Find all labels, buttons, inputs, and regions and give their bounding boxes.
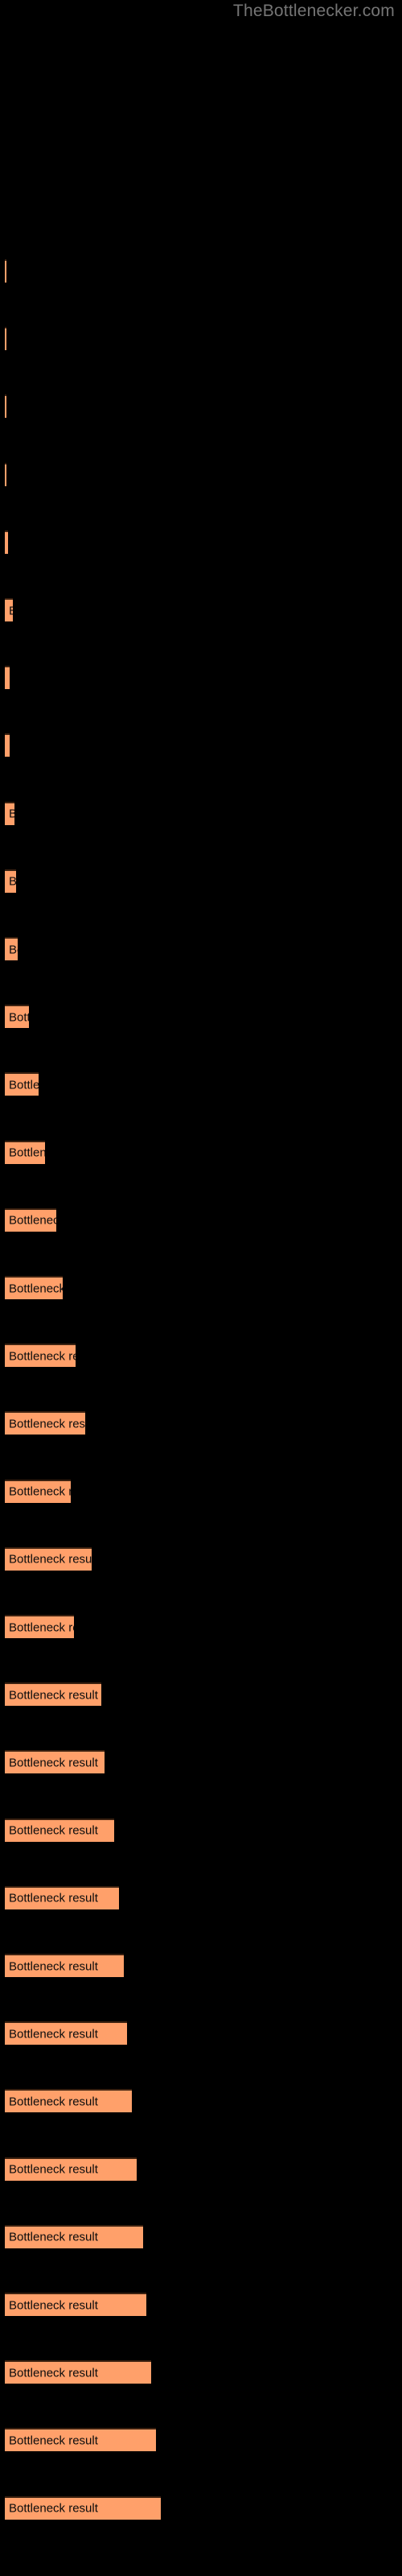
bar-row: Bottleneck result (0, 327, 402, 352)
bar-segment[interactable]: Bottleneck result (5, 1208, 56, 1232)
bar-label: Bottleneck result (9, 1959, 98, 1973)
bar-row: Bottleneck result (0, 530, 402, 555)
bottleneck-bar-chart: Bottleneck result Bottleneck result Bottle… (0, 0, 402, 2576)
bar-row: Bottleneck result (0, 1208, 402, 1233)
bar-row: Bottleneck result (0, 801, 402, 827)
bar-segment[interactable]: Bottleneck result (5, 1479, 71, 1503)
bar-segment[interactable]: Bottleneck result (5, 1818, 114, 1842)
bar-segment[interactable]: Bottleneck result (5, 1615, 74, 1638)
bar-segment[interactable]: Bottleneck result (5, 733, 10, 758)
bar-label: Bottleneck result (9, 1688, 98, 1703)
bar-label: Bottleneck result (9, 1146, 45, 1160)
bar-label: Bottleneck result (9, 2027, 98, 2041)
bar-segment[interactable]: Bottleneck result (5, 2496, 161, 2520)
bar-segment[interactable]: Bottleneck result (5, 1140, 45, 1164)
bar-row: Bottleneck result (0, 1140, 402, 1166)
bar-label: Bottleneck result (9, 1213, 56, 1228)
bar-segment[interactable]: Bottleneck result (5, 327, 6, 351)
bar-label: Bottleneck result (9, 2298, 98, 2312)
bar-row: Bottleneck result (0, 869, 402, 894)
bar-label: Bottleneck result (9, 672, 10, 684)
bar-label: Bottleneck result (9, 2230, 98, 2244)
bar-row: Bottleneck result (0, 2496, 402, 2521)
bar-segment[interactable]: Bottleneck result (5, 1546, 92, 1571)
bar-label: Bottleneck result (9, 1417, 85, 1431)
bar-label: Bottleneck result (9, 2434, 98, 2448)
bar-segment[interactable]: Bottleneck result (5, 2224, 143, 2248)
bar-row: Bottleneck result (0, 1479, 402, 1505)
bar-segment[interactable]: Bottleneck result (5, 530, 8, 554)
bar-label: Bottleneck result (9, 1282, 63, 1295)
bar-label: Bottleneck result (9, 1756, 98, 1770)
bar-row: Bottleneck result (0, 1682, 402, 1707)
bar-row: Bottleneck result (0, 2224, 402, 2250)
bar-label: Bottleneck result (9, 1484, 71, 1499)
page-root: TheBottlenecker.com Bottleneck resultBot… (0, 0, 402, 2576)
bar-row: Bottleneck result (0, 1344, 402, 1368)
bar-label: Bottleneck result (9, 1078, 39, 1092)
bar-row: Bottleneck result (0, 1276, 402, 1301)
bar-label: Bottleneck result (9, 2162, 98, 2177)
bar-segment[interactable]: Bottleneck result (5, 937, 18, 960)
bar-label: Bottleneck result (9, 2366, 98, 2380)
bar-row: Bottleneck result (0, 2428, 402, 2453)
bar-label: Bottleneck result (9, 1823, 98, 1838)
bar-segment[interactable]: Bottleneck result (5, 462, 6, 486)
bar-row: Bottleneck result (0, 1750, 402, 1775)
bar-segment[interactable]: Bottleneck result (5, 666, 10, 690)
bar-row: Bottleneck result (0, 2157, 402, 2182)
bar-segment[interactable]: Bottleneck result (5, 2021, 127, 2046)
bar-segment[interactable]: Bottleneck result (5, 2428, 156, 2452)
bar-label: Bottleneck result (9, 1620, 74, 1634)
bar-segment[interactable]: Bottleneck result (5, 2293, 146, 2316)
bar-row: Bottleneck result (0, 1615, 402, 1640)
bar-label: Bottleneck result (9, 876, 16, 888)
bar-row: Bottleneck result (0, 1072, 402, 1097)
bar-label: Bottleneck result (9, 1552, 92, 1567)
bar-row: Bottleneck result (0, 462, 402, 488)
bar-label: Bottleneck result (9, 943, 18, 956)
bar-segment[interactable]: Bottleneck result (5, 259, 6, 283)
bar-segment[interactable]: Bottleneck result (5, 1411, 85, 1435)
bar-row: Bottleneck result (0, 666, 402, 691)
bar-label: Bottleneck result (9, 808, 14, 820)
bar-row: Bottleneck result (0, 937, 402, 962)
bar-segment[interactable]: Bottleneck result (5, 1276, 63, 1299)
bar-label: Bottleneck result (9, 605, 13, 617)
bar-segment[interactable]: Bottleneck result (5, 1005, 29, 1029)
bar-row: Bottleneck result (0, 394, 402, 419)
bar-row: Bottleneck result (0, 2089, 402, 2114)
bar-label: Bottleneck result (9, 1349, 76, 1364)
bar-segment[interactable]: Bottleneck result (5, 801, 14, 825)
bar-label: Bottleneck result (9, 2095, 98, 2109)
bar-segment[interactable]: Bottleneck result (5, 1954, 124, 1977)
bar-segment[interactable]: Bottleneck result (5, 1885, 119, 1909)
bar-row: Bottleneck result (0, 2293, 402, 2318)
bar-segment[interactable]: Bottleneck result (5, 1072, 39, 1096)
bar-row: Bottleneck result (0, 1546, 402, 1572)
bar-segment[interactable]: Bottleneck result (5, 598, 13, 621)
bar-row: Bottleneck result (0, 598, 402, 623)
bar-segment[interactable]: Bottleneck result (5, 2157, 137, 2181)
bar-segment[interactable]: Bottleneck result (5, 1750, 105, 1774)
bar-row: Bottleneck result (0, 1954, 402, 1979)
bar-label: Bottleneck result (9, 2501, 98, 2516)
bar-row: Bottleneck result (0, 2360, 402, 2385)
bar-row: Bottleneck result (0, 1411, 402, 1436)
bar-row: Bottleneck result (0, 1818, 402, 1843)
bar-segment[interactable]: Bottleneck result (5, 1344, 76, 1368)
bar-segment[interactable]: Bottleneck result (5, 1682, 101, 1707)
bar-segment[interactable]: Bottleneck result (5, 869, 16, 893)
bar-segment[interactable]: Bottleneck result (5, 2089, 132, 2113)
bar-label: Bottleneck result (9, 1010, 29, 1025)
bar-row: Bottleneck result (0, 1885, 402, 1911)
bar-row: Bottleneck result (0, 733, 402, 758)
bar-row: Bottleneck result (0, 259, 402, 284)
bar-label: Bottleneck result (9, 740, 10, 752)
bar-segment[interactable]: Bottleneck result (5, 2360, 151, 2384)
bar-label: Bottleneck result (9, 1891, 98, 1905)
bar-segment[interactable]: Bottleneck result (5, 394, 6, 419)
bar-row: Bottleneck result (0, 2021, 402, 2046)
bar-row: Bottleneck result (0, 1005, 402, 1030)
